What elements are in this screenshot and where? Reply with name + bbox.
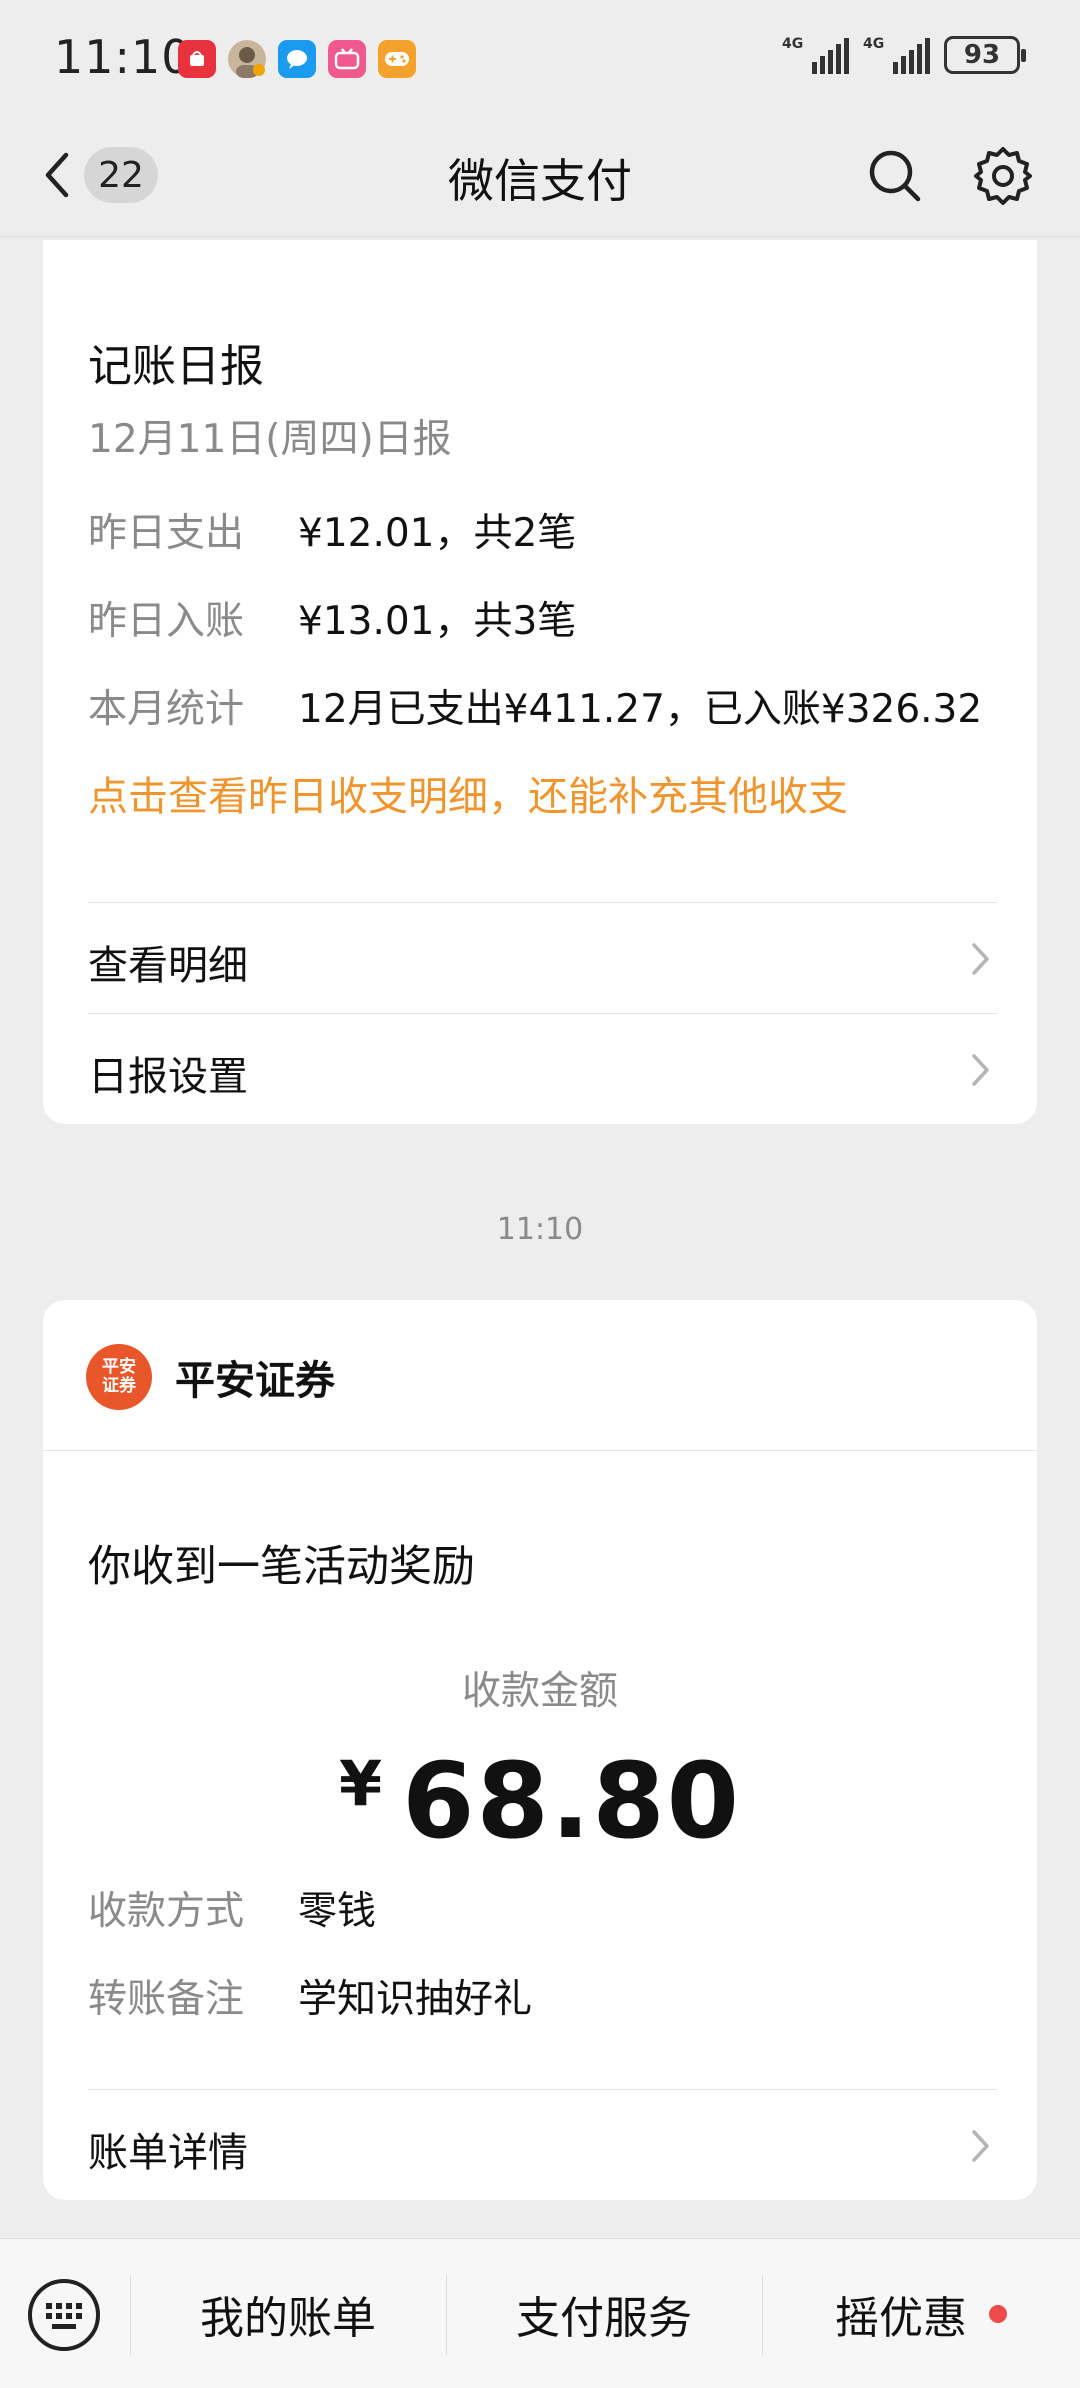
chevron-right-icon bbox=[972, 943, 989, 975]
row-value-expense: ¥12.01，共2笔 bbox=[298, 511, 577, 556]
view-details-label: 查看明细 bbox=[88, 943, 248, 989]
reward-title: 你收到一笔活动奖励 bbox=[88, 1542, 475, 1592]
report-settings-link[interactable]: 日报设置 bbox=[43, 1014, 1037, 1124]
back-arrow-icon bbox=[45, 152, 69, 198]
tab-my-bills[interactable]: 我的账单 bbox=[130, 2239, 446, 2388]
currency-symbol: ¥ bbox=[338, 1747, 385, 1820]
daily-report-date: 12月11日(周四)日报 bbox=[88, 417, 452, 462]
nav-bar: 22 微信支付 bbox=[0, 115, 1080, 237]
settings-button[interactable] bbox=[972, 145, 1034, 207]
report-settings-label: 日报设置 bbox=[88, 1054, 248, 1100]
tab-my-bills-label: 我的账单 bbox=[200, 2293, 376, 2344]
divider bbox=[43, 1450, 1037, 1451]
gear-icon bbox=[974, 147, 1032, 205]
search-icon bbox=[869, 150, 921, 202]
row-value-note: 学知识抽好礼 bbox=[298, 1977, 533, 2022]
view-details-link[interactable]: 查看明细 bbox=[43, 903, 1037, 1013]
signal-1-icon: 4G bbox=[782, 36, 849, 74]
message-icon bbox=[278, 40, 316, 78]
row-label-income: 昨日入账 bbox=[88, 599, 245, 644]
keyboard-icon bbox=[28, 2279, 100, 2351]
daily-report-title: 记账日报 bbox=[88, 341, 264, 392]
network-type-1: 4G bbox=[782, 36, 804, 52]
unread-count-badge: 22 bbox=[84, 147, 158, 203]
pingan-securities-logo: 平安 证券 bbox=[86, 1344, 152, 1410]
signal-2-icon: 4G bbox=[863, 36, 930, 74]
network-type-2: 4G bbox=[863, 36, 885, 52]
bill-details-link[interactable]: 账单详情 bbox=[43, 2090, 1037, 2200]
battery-icon: 93 bbox=[944, 36, 1026, 74]
view-details-prompt[interactable]: 点击查看昨日收支明细，还能补充其他收支 bbox=[88, 764, 848, 822]
tab-payment-services[interactable]: 支付服务 bbox=[446, 2239, 762, 2388]
game-icon bbox=[378, 40, 416, 78]
tab-shake-deals-label: 摇优惠 bbox=[835, 2293, 967, 2344]
brand-name: 平安证券 bbox=[175, 1358, 335, 1404]
message-timestamp: 11:10 bbox=[496, 1212, 584, 1247]
bottom-menu-bar: 我的账单 支付服务 摇优惠 bbox=[0, 2238, 1080, 2388]
huawei-appgallery-icon bbox=[178, 40, 216, 78]
wechat-pay-screen: 11:10 4G 4G 93 22 微信支付 记账日报 12月11日(周四)日报… bbox=[0, 0, 1080, 2388]
system-indicators: 4G 4G 93 bbox=[782, 36, 1026, 74]
amount-label: 收款金额 bbox=[461, 1669, 618, 1714]
row-label-expense: 昨日支出 bbox=[88, 511, 245, 556]
search-button[interactable] bbox=[864, 145, 926, 207]
bilibili-icon bbox=[328, 40, 366, 78]
reward-card[interactable]: 平安 证券 平安证券 你收到一笔活动奖励 收款金额 ¥68.80 收款方式 零钱 … bbox=[43, 1300, 1037, 2200]
notification-icons bbox=[178, 40, 416, 78]
row-value-monthly: 12月已支出¥411.27，已入账¥326.32 bbox=[298, 687, 983, 732]
amount-number: 68.80 bbox=[402, 1740, 742, 1862]
daily-report-card[interactable]: 记账日报 12月11日(周四)日报 昨日支出 ¥12.01，共2笔 昨日入账 ¥… bbox=[43, 240, 1037, 1124]
chevron-right-icon bbox=[972, 2130, 989, 2162]
back-button[interactable]: 22 bbox=[40, 145, 158, 205]
row-label-method: 收款方式 bbox=[88, 1889, 245, 1934]
status-bar: 11:10 4G 4G 93 bbox=[0, 0, 1080, 115]
avatar-icon bbox=[228, 40, 266, 78]
tab-payment-services-label: 支付服务 bbox=[516, 2293, 692, 2344]
bill-details-label: 账单详情 bbox=[88, 2130, 248, 2176]
tab-shake-deals[interactable]: 摇优惠 bbox=[762, 2239, 1080, 2388]
notification-dot bbox=[989, 2305, 1007, 2323]
amount-value: ¥68.80 bbox=[43, 1740, 1037, 1862]
status-time: 11:10 bbox=[54, 30, 192, 84]
row-value-method: 零钱 bbox=[298, 1889, 377, 1934]
chevron-right-icon bbox=[972, 1054, 989, 1086]
row-label-note: 转账备注 bbox=[88, 1977, 245, 2022]
keyboard-toggle-button[interactable] bbox=[26, 2277, 102, 2353]
row-value-income: ¥13.01，共3笔 bbox=[298, 599, 577, 644]
row-label-monthly: 本月统计 bbox=[88, 687, 245, 732]
